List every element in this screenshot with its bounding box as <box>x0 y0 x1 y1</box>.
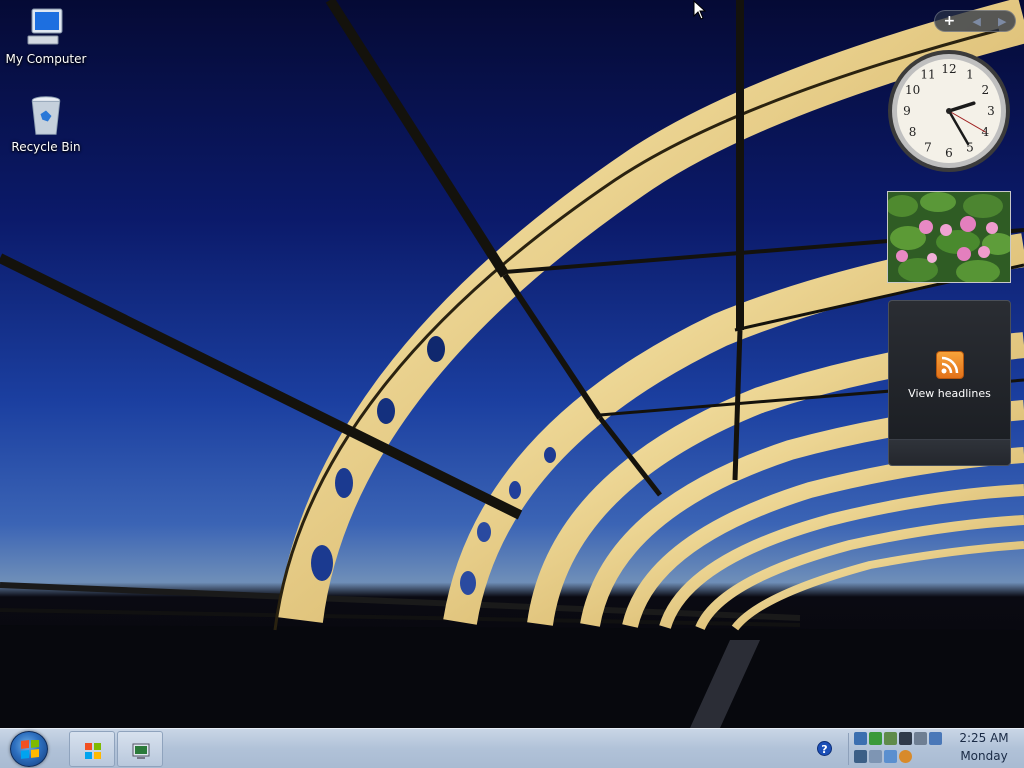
next-page-button[interactable]: ▶ <box>998 15 1006 28</box>
security-shield-icon[interactable] <box>869 732 882 745</box>
clock-numeral: 7 <box>924 140 932 154</box>
notification-area <box>854 732 946 766</box>
water-lily-photo <box>888 192 1010 282</box>
search-icon[interactable] <box>899 750 912 763</box>
clock-numeral: 6 <box>945 146 953 160</box>
add-gadget-button[interactable]: + <box>944 13 956 29</box>
printer-icon[interactable] <box>914 732 927 745</box>
analog-clock-face: 12 1234567891011 <box>888 50 1010 172</box>
clock-time: 2:25 AM <box>959 731 1009 745</box>
desktop-wallpaper <box>0 0 1024 728</box>
help-icon[interactable]: ? <box>817 741 832 756</box>
recycle-bin-icon <box>31 96 61 135</box>
previous-page-button[interactable]: ◀ <box>972 15 980 28</box>
windows-logo-icon <box>21 740 39 759</box>
computer-icon <box>27 8 63 45</box>
taskbar-button-firefox[interactable] <box>69 731 115 767</box>
clock-numeral: 11 <box>920 68 935 82</box>
my-computer-label: My Computer <box>5 52 87 66</box>
desktop-icon-recycle-bin[interactable]: Recycle Bin <box>4 94 88 154</box>
clock-numeral: 3 <box>987 104 995 118</box>
sidebar-toolbar: + ◀ ▶ <box>934 10 1016 32</box>
sync-icon[interactable] <box>884 750 897 763</box>
mouse-cursor-icon <box>693 0 707 20</box>
slideshow-gadget[interactable] <box>887 191 1011 283</box>
recycle-bin-label: Recycle Bin <box>11 140 81 154</box>
clock-numeral: 8 <box>909 125 917 139</box>
clock-day: Monday <box>960 749 1008 763</box>
view-headlines-link[interactable]: View headlines <box>908 387 991 400</box>
feed-footer <box>889 439 1010 465</box>
display-icon[interactable] <box>899 732 912 745</box>
clock-gadget[interactable]: 12 1 2 3 4 5 6 7 8 9 10 11 <box>886 48 1012 174</box>
clock-numeral: 9 <box>903 104 911 118</box>
start-button[interactable] <box>10 731 48 767</box>
tray-separator <box>848 733 849 765</box>
firefox-icon <box>85 743 101 759</box>
terminal-icon <box>132 743 150 759</box>
taskbar: ? 2:25 AM Monday <box>0 728 1024 768</box>
monitor-icon[interactable] <box>929 732 942 745</box>
taskbar-clock[interactable]: 2:25 AM Monday <box>950 729 1018 768</box>
volume-icon[interactable] <box>884 732 897 745</box>
network-icon[interactable] <box>854 732 867 745</box>
clock-numeral: 1 <box>966 68 974 82</box>
rss-icon <box>935 351 964 379</box>
bridge-arches-image <box>0 0 1024 728</box>
desktop-icon-my-computer[interactable]: My Computer <box>4 6 88 66</box>
clock-numeral: 12 <box>941 62 956 76</box>
usb-icon[interactable] <box>854 750 867 763</box>
taskbar-button-terminal[interactable] <box>117 731 163 767</box>
clock-numeral: 10 <box>905 83 920 97</box>
computer-icon[interactable] <box>869 750 882 763</box>
feed-headlines-gadget[interactable]: View headlines <box>888 300 1011 466</box>
clock-numeral: 2 <box>982 83 990 97</box>
